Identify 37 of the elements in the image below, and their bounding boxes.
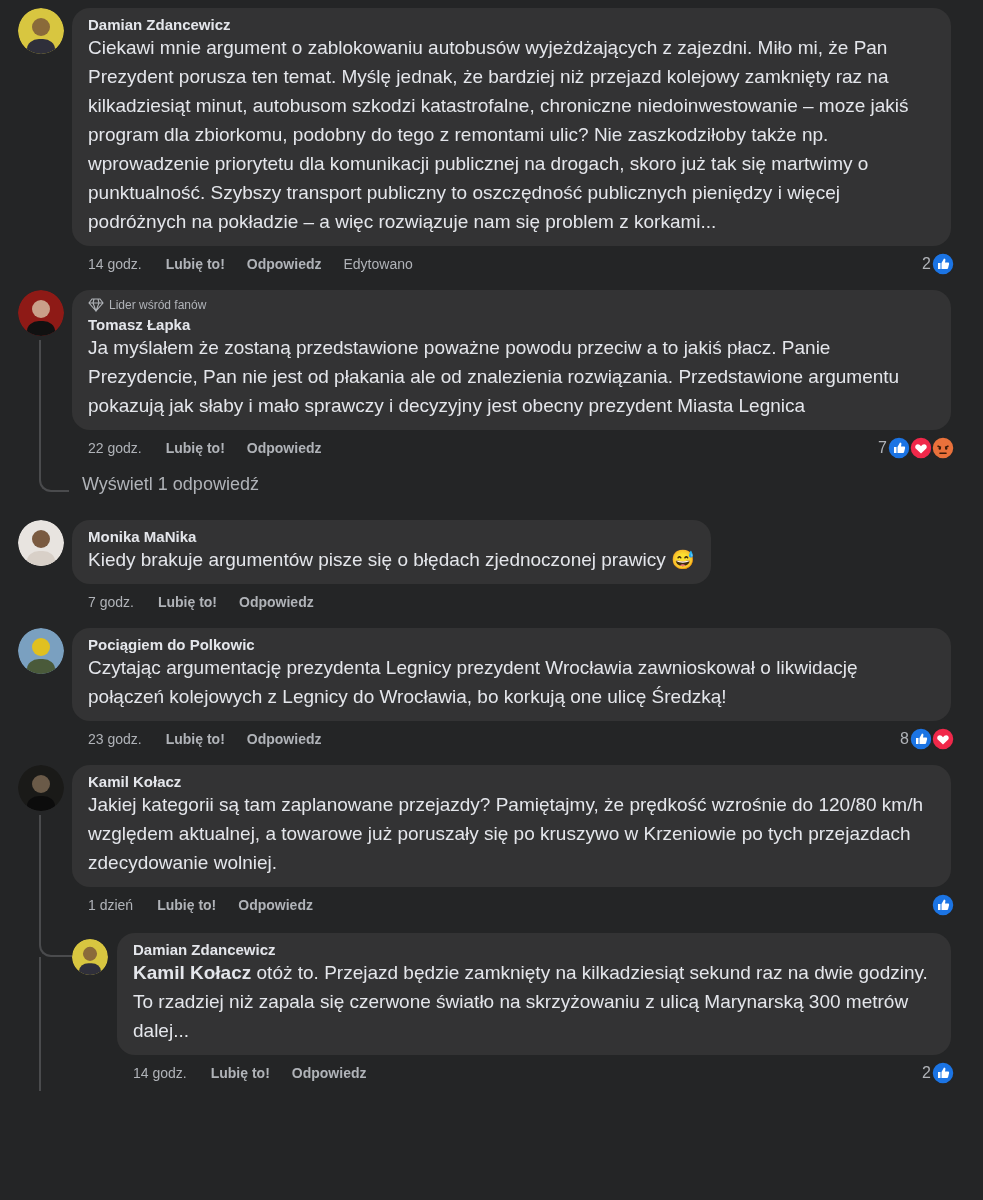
author-name[interactable]: Damian Zdancewicz bbox=[88, 16, 935, 33]
timestamp[interactable]: 22 godz. bbox=[88, 440, 142, 456]
timestamp[interactable]: 14 godz. bbox=[88, 256, 142, 272]
reply-link[interactable]: Odpowiedz bbox=[246, 256, 322, 272]
author-name[interactable]: Damian Zdancewicz bbox=[133, 941, 935, 958]
reaction-count[interactable]: 8 bbox=[900, 730, 909, 748]
like-link[interactable]: Lubię to! bbox=[210, 1065, 270, 1081]
reaction-count[interactable]: 2 bbox=[922, 1064, 931, 1082]
reply-link[interactable]: Odpowiedz bbox=[238, 897, 313, 913]
comment-text: Ja myślałem że zostaną przedstawione poważne powodu przeciw a to jakiś płacz. Panie Prezydencie, Pan nie jest od płakania ale od znalezienia rozwiązania. Przedstawione argumentu pokazują jak słaby i mało sprawczy i decyzyjny jest obecny prezydent Miasta Legnica bbox=[88, 336, 901, 418]
like-link[interactable]: Lubię to! bbox=[157, 594, 218, 610]
like-link[interactable]: Lubię to! bbox=[165, 731, 225, 747]
edited-label: Edytowano bbox=[343, 256, 413, 272]
reaction-count[interactable]: 7 bbox=[878, 439, 887, 457]
timestamp[interactable]: 14 godz. bbox=[133, 1065, 187, 1081]
comment-text: Kamil Kołacz otóż to. Przejazd będzie zamknięty na kilkadziesiąt sekund raz na dwie godziny. To rzadziej niż zapala się czerwone światło na skrzyżowaniu z ulicą Marynarską 300 metrów dalej... bbox=[133, 961, 929, 1043]
author-name[interactable]: Kamil Kołacz bbox=[88, 773, 935, 790]
author-name[interactable]: Tomasz Łapka bbox=[88, 316, 935, 333]
reaction-count[interactable]: 2 bbox=[922, 255, 931, 273]
author-name[interactable]: Monika MaNika bbox=[88, 528, 695, 545]
like-link[interactable]: Lubię to! bbox=[157, 897, 217, 913]
timestamp[interactable]: 1 dzień bbox=[88, 897, 134, 913]
like-link[interactable]: Lubię to! bbox=[165, 440, 225, 456]
reply-link[interactable]: Odpowiedz bbox=[239, 594, 314, 610]
like-link[interactable]: Lubię to! bbox=[165, 256, 225, 272]
badge-label: Lider wśród fanów bbox=[109, 298, 207, 312]
timestamp[interactable]: 23 godz. bbox=[88, 731, 142, 747]
reply-link[interactable]: Odpowiedz bbox=[291, 1065, 367, 1081]
comment-text: Jakiej kategorii są tam zaplanowane przejazdy? Pamiętajmy, że prędkość wzrośnie do 120/80 km/h względem aktualnej, a towarowe już poruszały się po kruszywo w Krzeniowie po tych przejazdach zdecydowanie wolniej. bbox=[88, 793, 924, 875]
comment-text: Ciekawi mnie argument o zablokowaniu autobusów wyjeżdżających z zajezdni. Miło mi, że Pan Prezydent porusza ten temat. Myślę jednak, że bardziej niż przejazd kolejowy zamknięty raz na kilkadziesiąt minut, autobusom szkodzi katastrofalne, chroniczne niedoinwestowanie – moze jakiś program dla zbiorkomu, podobny do tego z remontami ulic? Nie zaszkodziłoby także np. wprowadzenie priorytetu dla komunikacji publicznej na drogach, skoro już tak się martwimy o punktualność. Szybszy transport publiczny to oszczędność publicznych pieniędzy i więcej podróżnych na pokładzie – a więc rozwiązuje nam się problem z korkami... bbox=[88, 36, 910, 234]
timestamp[interactable]: 7 godz. bbox=[88, 594, 134, 610]
author-name[interactable]: Pociągiem do Polkowic bbox=[88, 636, 935, 653]
view-replies-link[interactable]: Wyświetl 1 odpowiedź bbox=[82, 474, 259, 495]
reply-link[interactable]: Odpowiedz bbox=[246, 440, 322, 456]
reply-link[interactable]: Odpowiedz bbox=[246, 731, 322, 747]
comment-text: Czytając argumentację prezydenta Legnicy prezydent Wrocławia zawnioskował o likwidację połączeń kolejowych z Legnicy do Wrocławia, bo korkują one ulicę Średzką! bbox=[88, 656, 859, 709]
comment-text: Kiedy brakuje argumentów pisze się o błędach zjednoczonej prawicy 😅 bbox=[88, 548, 695, 572]
